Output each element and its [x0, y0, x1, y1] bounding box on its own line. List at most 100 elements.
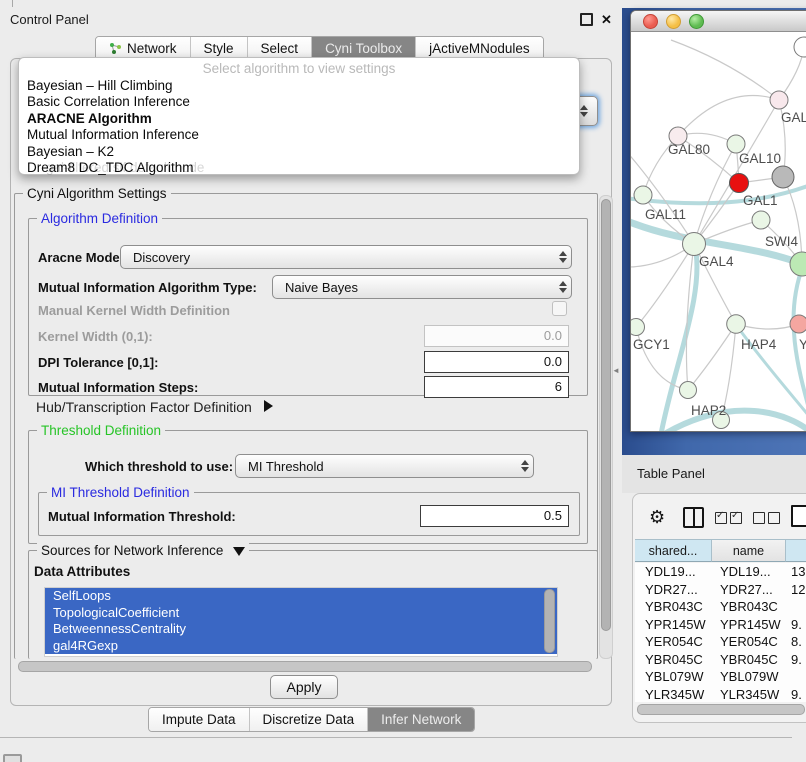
application-window: Control Panel ✕ Network Style Select Cyn… — [0, 0, 806, 762]
window-minimize-icon[interactable] — [666, 14, 681, 29]
table-horizontal-scrollbar[interactable] — [637, 704, 805, 715]
threshold-definition-title: Threshold Definition — [37, 423, 165, 438]
mi-steps-field[interactable]: 6 — [424, 376, 569, 398]
tab-network-label: Network — [127, 41, 177, 56]
dropdown-item-current[interactable]: ARACNE Algorithm — [19, 111, 579, 127]
table-row[interactable]: YER054CYER054C8. — [635, 633, 806, 651]
attribute-item[interactable]: BetweennessCentrality — [45, 621, 557, 638]
settings-horizontal-scrollbar[interactable] — [18, 661, 592, 672]
dock-panel-icon[interactable] — [3, 754, 22, 762]
network-node[interactable] — [770, 91, 788, 109]
dropdown-item[interactable]: Mutual Information Inference — [19, 127, 579, 143]
node-label: GAL1 — [743, 193, 778, 208]
node-label: GCY1 — [633, 337, 670, 352]
window-zoom-icon[interactable] — [689, 14, 704, 29]
aracne-mode-combo[interactable]: Discovery — [120, 245, 572, 269]
table-row[interactable]: YDL19...YDL19...13 — [635, 563, 806, 581]
stepper-down-icon — [521, 467, 529, 472]
node-label: GAL — [781, 110, 806, 125]
table-row[interactable]: YBR045CYBR045C9. — [635, 651, 806, 669]
attribute-item[interactable]: SelfLoops — [45, 588, 557, 605]
apply-button[interactable]: Apply — [270, 675, 338, 699]
algorithm-definition-title: Algorithm Definition — [37, 211, 162, 226]
hub-definition-toggle[interactable]: Hub/Transcription Factor Definition — [36, 399, 273, 415]
window-close-icon[interactable] — [643, 14, 658, 29]
table-settings-button[interactable]: ⚙ — [649, 508, 665, 528]
tab-discretize-data[interactable]: Discretize Data — [249, 708, 368, 731]
apply-button-label: Apply — [286, 679, 321, 695]
network-node-hap4[interactable] — [727, 315, 746, 334]
dpi-tolerance-field[interactable]: 0.0 — [424, 351, 569, 373]
network-node-gal11[interactable] — [634, 186, 652, 204]
network-edge[interactable] — [671, 40, 779, 100]
scrollbar-thumb[interactable] — [601, 199, 611, 631]
column-header[interactable] — [786, 539, 806, 562]
column-header-name[interactable]: name — [712, 539, 786, 562]
float-window-icon[interactable] — [580, 13, 593, 26]
table-row[interactable]: YPR145WYPR145W9. — [635, 616, 806, 634]
table-panel-bar: Table Panel — [622, 455, 806, 493]
kernel-width-field[interactable]: 0.0 — [424, 325, 569, 347]
network-node[interactable] — [772, 166, 794, 188]
table-body: YDL19...YDL19...13 YDR27...YDR27...12 YB… — [635, 563, 806, 702]
network-canvas[interactable]: GAL GAL80 GAL10 GAL1 GAL11 SWI4 GAL4 GCY… — [631, 32, 806, 431]
network-tab-icon — [109, 42, 122, 55]
network-view-window[interactable]: GAL GAL80 GAL10 GAL1 GAL11 SWI4 GAL4 GCY… — [630, 10, 806, 432]
node-label: GAL4 — [699, 254, 734, 269]
select-all-columns-button[interactable] — [715, 512, 742, 524]
which-threshold-value: MI Threshold — [236, 459, 517, 474]
network-edge[interactable] — [678, 96, 779, 137]
splitter-collapse-icon[interactable]: ◄ — [612, 366, 620, 375]
network-node[interactable] — [794, 37, 806, 57]
data-attributes-label: Data Attributes — [34, 564, 130, 579]
tab-infer-network[interactable]: Infer Network — [367, 708, 474, 731]
network-node[interactable] — [790, 252, 806, 276]
network-window-titlebar[interactable] — [631, 11, 806, 32]
dropdown-item[interactable]: Basic Correlation Inference — [19, 94, 579, 110]
table-panel-title: Table Panel — [637, 466, 705, 481]
stepper-down-icon — [559, 288, 567, 293]
sources-title[interactable]: Sources for Network Inference — [37, 543, 249, 558]
table-row[interactable]: YLR345WYLR345W9. — [635, 686, 806, 703]
mi-threshold-field[interactable]: 0.5 — [420, 505, 569, 527]
table-row[interactable]: YDR27...YDR27...12 — [635, 581, 806, 599]
which-threshold-combo[interactable]: MI Threshold — [235, 454, 534, 478]
manual-kernel-checkbox[interactable] — [552, 301, 567, 316]
manual-kernel-label: Manual Kernel Width Definition — [38, 303, 230, 318]
collapse-down-icon — [233, 547, 245, 556]
footer-divider — [0, 737, 792, 738]
mi-threshold-label: Mutual Information Threshold: — [48, 509, 236, 524]
network-node-swi4[interactable] — [752, 211, 770, 229]
unchecked-box-icon — [768, 512, 780, 524]
node-label: SWI4 — [765, 234, 798, 249]
network-edge[interactable] — [636, 244, 694, 327]
network-edge[interactable] — [694, 144, 736, 244]
network-edge[interactable] — [661, 411, 806, 431]
table-row[interactable]: YBR043CYBR043C — [635, 598, 806, 616]
attributes-list-scrollbar[interactable] — [544, 589, 555, 653]
settings-vertical-scrollbar[interactable] — [599, 195, 613, 659]
bottom-tabbar: Impute Data Discretize Data Infer Networ… — [148, 707, 475, 732]
dropdown-item[interactable]: Bayesian – Hill Climbing — [19, 78, 579, 94]
network-node[interactable] — [790, 315, 806, 333]
stepper-down-icon — [559, 258, 567, 263]
document-icon[interactable] — [791, 505, 806, 527]
aracne-mode-label: Aracne Mode: — [38, 250, 124, 265]
dropdown-item[interactable]: Bayesian – K2 — [19, 144, 579, 160]
dpi-tolerance-label: DPI Tolerance [0,1]: — [38, 355, 158, 370]
attribute-item[interactable]: gal4RGexp — [45, 638, 557, 655]
column-header-shared-name[interactable]: shared... — [635, 539, 712, 562]
split-view-button[interactable] — [683, 507, 704, 528]
table-row[interactable]: YBL079WYBL079W — [635, 668, 806, 686]
panel-title: Control Panel — [10, 12, 89, 27]
attribute-item[interactable]: TopologicalCoefficient — [45, 605, 557, 622]
network-node-gal1-selected[interactable] — [730, 174, 749, 193]
network-node-hap2[interactable] — [680, 382, 697, 399]
data-attributes-list[interactable]: SelfLoops TopologicalCoefficient Between… — [44, 587, 558, 657]
close-icon[interactable]: ✕ — [601, 13, 612, 26]
network-node-gal4[interactable] — [683, 233, 706, 256]
mi-type-combo[interactable]: Naive Bayes — [272, 275, 572, 299]
deselect-all-columns-button[interactable] — [753, 512, 780, 524]
tab-impute-data[interactable]: Impute Data — [149, 708, 249, 731]
network-node-gcy1[interactable] — [631, 319, 645, 336]
